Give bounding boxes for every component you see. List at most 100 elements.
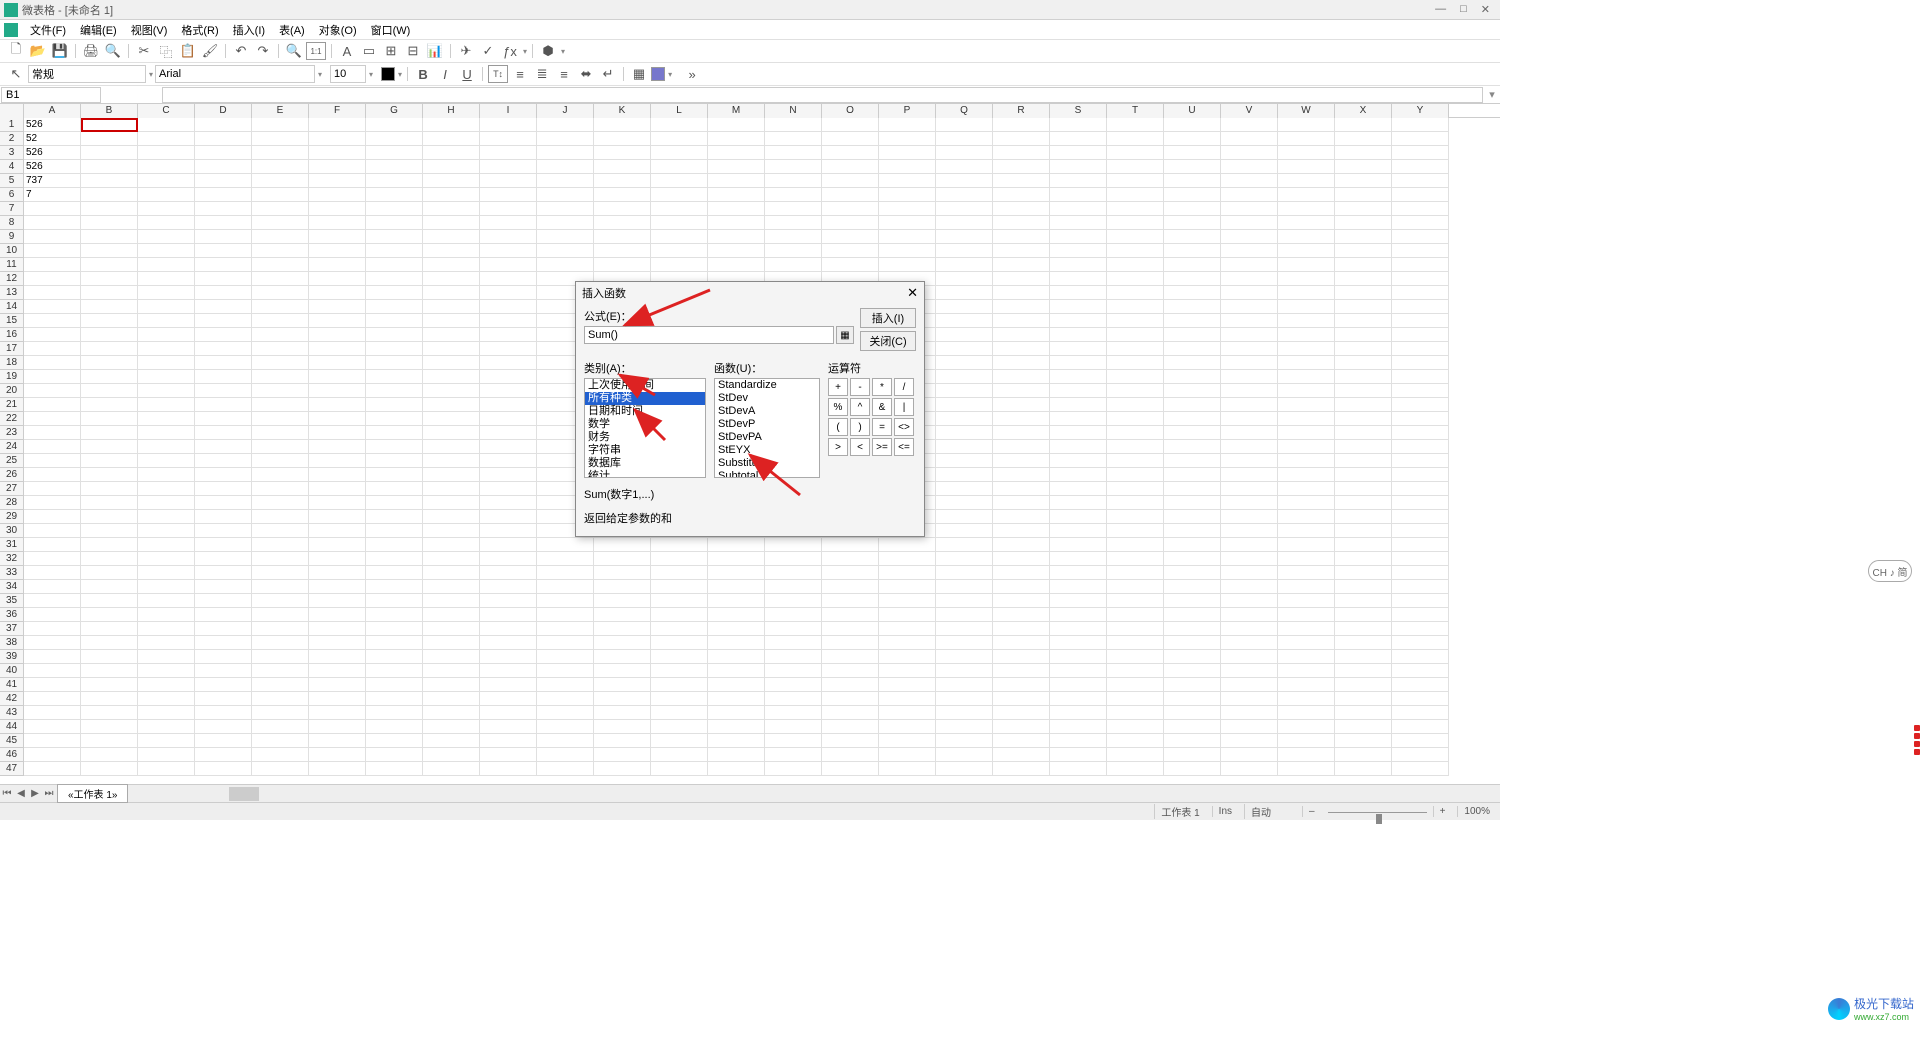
column-header[interactable]: I	[480, 104, 537, 118]
cell[interactable]	[366, 202, 423, 216]
cell[interactable]	[138, 748, 195, 762]
cell[interactable]	[1221, 594, 1278, 608]
cell[interactable]	[1107, 524, 1164, 538]
cell[interactable]	[423, 440, 480, 454]
cell[interactable]	[24, 524, 81, 538]
cell[interactable]	[81, 384, 138, 398]
cell[interactable]	[1278, 328, 1335, 342]
column-header[interactable]: V	[1221, 104, 1278, 118]
cell[interactable]	[1050, 328, 1107, 342]
cell[interactable]	[1164, 454, 1221, 468]
row-header[interactable]: 27	[0, 482, 24, 496]
cell[interactable]	[993, 440, 1050, 454]
cell[interactable]	[252, 454, 309, 468]
cell[interactable]	[594, 580, 651, 594]
cell[interactable]	[936, 370, 993, 384]
cell[interactable]	[480, 132, 537, 146]
cell[interactable]	[936, 454, 993, 468]
cell[interactable]	[1164, 370, 1221, 384]
column-header[interactable]: T	[1107, 104, 1164, 118]
cell[interactable]	[24, 356, 81, 370]
cell[interactable]	[480, 160, 537, 174]
row-header[interactable]: 41	[0, 678, 24, 692]
minimize-button[interactable]: —	[1435, 3, 1446, 16]
cell[interactable]	[993, 426, 1050, 440]
cell[interactable]	[138, 580, 195, 594]
cell[interactable]	[1107, 286, 1164, 300]
cell[interactable]	[480, 314, 537, 328]
cell[interactable]	[195, 174, 252, 188]
cell[interactable]	[1278, 370, 1335, 384]
cell[interactable]	[1107, 552, 1164, 566]
cell[interactable]	[822, 692, 879, 706]
cell[interactable]	[1221, 412, 1278, 426]
cell[interactable]	[1221, 370, 1278, 384]
cell[interactable]	[252, 412, 309, 426]
cell[interactable]	[309, 370, 366, 384]
cell[interactable]	[651, 230, 708, 244]
cell[interactable]	[252, 552, 309, 566]
cell[interactable]	[1221, 160, 1278, 174]
cell[interactable]	[765, 160, 822, 174]
cell[interactable]	[765, 146, 822, 160]
cell[interactable]	[195, 538, 252, 552]
row-header[interactable]: 2	[0, 132, 24, 146]
cell[interactable]	[480, 566, 537, 580]
row-header[interactable]: 15	[0, 314, 24, 328]
cell[interactable]	[1164, 426, 1221, 440]
cell[interactable]	[423, 720, 480, 734]
row-header[interactable]: 26	[0, 468, 24, 482]
menu-file[interactable]: 文件(F)	[24, 20, 72, 40]
cell[interactable]	[1221, 216, 1278, 230]
cell[interactable]	[480, 342, 537, 356]
cell[interactable]	[1050, 482, 1107, 496]
cell[interactable]	[1278, 300, 1335, 314]
cell[interactable]	[651, 608, 708, 622]
cell[interactable]	[708, 216, 765, 230]
cell[interactable]	[537, 188, 594, 202]
cell[interactable]	[879, 580, 936, 594]
cell[interactable]	[993, 328, 1050, 342]
function-item[interactable]: StDev	[715, 392, 819, 405]
cell[interactable]	[936, 412, 993, 426]
cell[interactable]	[1221, 174, 1278, 188]
cell[interactable]	[936, 258, 993, 272]
cell[interactable]	[822, 720, 879, 734]
cell[interactable]	[423, 692, 480, 706]
cell[interactable]	[1335, 580, 1392, 594]
cell[interactable]	[480, 622, 537, 636]
cell[interactable]	[423, 286, 480, 300]
cell[interactable]	[1164, 496, 1221, 510]
cell[interactable]	[366, 748, 423, 762]
cell[interactable]	[252, 580, 309, 594]
cell[interactable]: 526	[24, 146, 81, 160]
cell[interactable]	[1050, 636, 1107, 650]
cell[interactable]	[366, 286, 423, 300]
cell[interactable]	[1050, 272, 1107, 286]
cell[interactable]	[81, 454, 138, 468]
cell[interactable]	[309, 762, 366, 776]
dialog-close-icon[interactable]: ✕	[907, 285, 918, 301]
cell[interactable]	[1107, 538, 1164, 552]
cell[interactable]	[309, 566, 366, 580]
cell[interactable]	[879, 706, 936, 720]
cell[interactable]	[24, 398, 81, 412]
cell[interactable]	[138, 328, 195, 342]
cell[interactable]	[936, 440, 993, 454]
cell[interactable]	[195, 202, 252, 216]
cell[interactable]	[1164, 636, 1221, 650]
function-item[interactable]: StDevPA	[715, 431, 819, 444]
cell[interactable]	[1164, 552, 1221, 566]
cell[interactable]	[765, 734, 822, 748]
tab-nav-prev[interactable]: ◀	[14, 788, 28, 799]
cell[interactable]	[138, 188, 195, 202]
cell[interactable]	[1335, 328, 1392, 342]
cell[interactable]	[651, 146, 708, 160]
cell[interactable]	[195, 650, 252, 664]
cell[interactable]	[81, 664, 138, 678]
cell[interactable]	[708, 622, 765, 636]
cell[interactable]	[1392, 384, 1449, 398]
cell[interactable]	[1107, 258, 1164, 272]
cell[interactable]	[309, 146, 366, 160]
cell[interactable]	[252, 244, 309, 258]
